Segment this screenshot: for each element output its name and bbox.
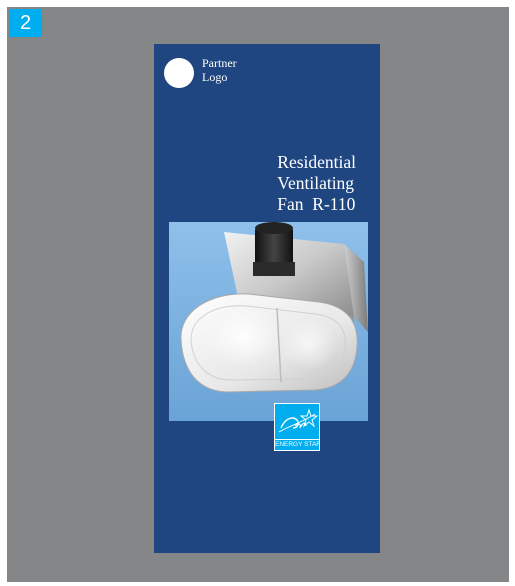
partner-logo-line2: Logo (202, 70, 228, 84)
page-number-badge: 2 (9, 9, 42, 37)
ventilating-fan-image (169, 222, 368, 421)
title-line2: Ventilating (277, 173, 355, 193)
title-line3: Fan R-110 (277, 194, 356, 214)
partner-logo-circle-icon (164, 58, 194, 88)
product-photo (169, 222, 368, 421)
energy-star-logo-icon: ENERGY STAR (274, 403, 320, 451)
energy-star-script-icon (278, 408, 319, 433)
title-line1: Residential (277, 152, 356, 172)
partner-logo-line1: Partner (202, 56, 237, 70)
partner-logo-text: Partner Logo (202, 56, 282, 84)
energy-star-label: ENERGY STAR (275, 439, 319, 448)
brochure-cover: Partner Logo Residential Ventilating Fan… (154, 44, 380, 553)
brochure-title: Residential Ventilating Fan R-110 (277, 152, 356, 215)
page-canvas: 2 Partner Logo Residential Ventilating F… (0, 0, 515, 586)
